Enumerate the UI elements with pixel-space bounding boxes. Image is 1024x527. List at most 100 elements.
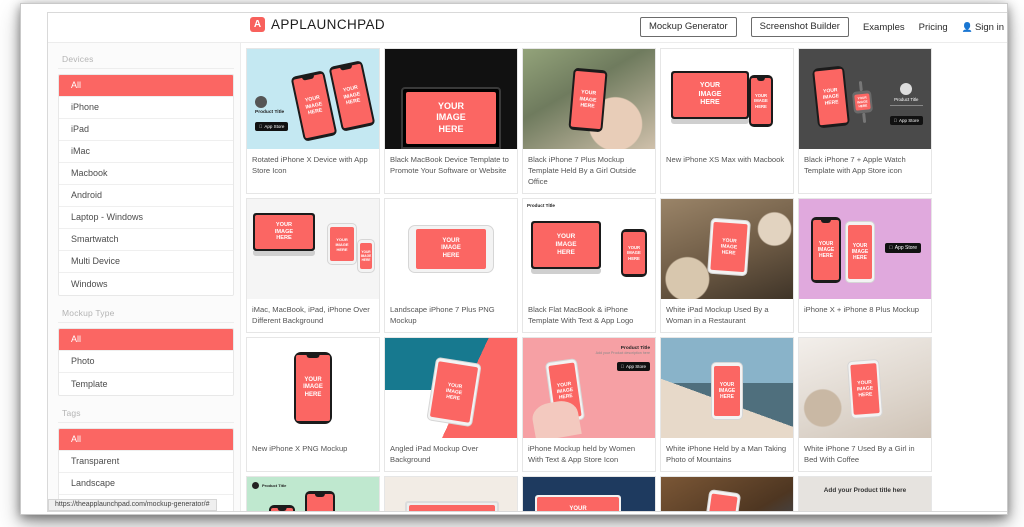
mockup-thumbnail[interactable]: YOURIMAGEHEREYOURIMAGEHEREApp Store bbox=[799, 199, 931, 299]
mockup-card[interactable]: YOUR IMAGE HERE White iPhone Held by a Man … bbox=[660, 337, 794, 472]
filter-item-windows[interactable]: Windows bbox=[59, 273, 233, 295]
image-placeholder: YOURIMAGEHERE bbox=[537, 497, 619, 511]
nav-examples[interactable]: Examples bbox=[863, 19, 905, 36]
mockup-caption: Landscape iPhone 7 Plus PNG Mockup bbox=[390, 305, 495, 325]
filter-item-macbook[interactable]: Macbook bbox=[59, 163, 233, 185]
user-icon: 👤 bbox=[961, 21, 973, 32]
mockup-card[interactable]: YOURIMAGEHEREYOURIMAGEHEREApp StoreiPho… bbox=[798, 198, 932, 333]
mockup-caption: Black MacBook Device Template to Promote… bbox=[390, 155, 509, 175]
app-avatar-icon bbox=[255, 96, 267, 108]
image-placeholder: YOURIMAGEHERE bbox=[751, 78, 771, 124]
filter-item-landscape[interactable]: Landscape bbox=[59, 473, 233, 495]
mockup-card[interactable]: YOUR IMAGE HERE YOUR IMAGE HERE New iPhone XS … bbox=[660, 48, 794, 194]
image-placeholder: YOURIMAGEHERE bbox=[673, 73, 747, 117]
nav-pricing[interactable]: Pricing bbox=[919, 19, 948, 36]
page-body: Devices All iPhone iPad iMac Macbook Android La… bbox=[48, 43, 1007, 511]
mockup-card[interactable]: YOUR IMAGE HERE Angled iPad Mockup Over Bac… bbox=[384, 337, 518, 472]
mockup-card[interactable]: YOUR IMAGE HERE White iPhone 7 Used By a Gi… bbox=[798, 337, 932, 472]
mockup-caption: New iPhone X PNG Mockup bbox=[252, 444, 348, 453]
nav-mockup-generator[interactable]: Mockup Generator bbox=[639, 17, 737, 37]
mockup-card[interactable]: YOUR IMAGE HERE YOUR IMAGE HERE YOUR IMAGE HERE i… bbox=[246, 198, 380, 333]
applaunchpad-logo-icon: A bbox=[250, 17, 265, 32]
mockup-caption: iMac, MacBook, iPad, iPhone Over Differe… bbox=[252, 305, 370, 325]
mockup-thumbnail[interactable]: YOURIMAGEHERE bbox=[385, 477, 517, 511]
product-info: Product TitleApp Store bbox=[255, 96, 289, 133]
image-placeholder: YOURIMAGEHERE bbox=[850, 363, 880, 415]
mockup-gallery: Product TitleApp StoreYOURIMAGEHEREYOUR… bbox=[241, 43, 1007, 511]
nav-screenshot-builder[interactable]: Screenshot Builder bbox=[750, 17, 849, 37]
filter-title-tags: Tags bbox=[58, 405, 234, 423]
filter-item-android[interactable]: Android bbox=[59, 185, 233, 207]
mockup-thumbnail[interactable]: Add your Product title hereYOURIMAGEHERE… bbox=[799, 477, 931, 511]
mockup-card[interactable]: YOURIMAGEHEREFlat MacBook Template with … bbox=[522, 476, 656, 511]
mockup-thumbnail[interactable]: YOURIMAGEHEREYOURIMAGEHEREProduct Title… bbox=[799, 49, 931, 149]
mockup-card[interactable]: YOURIMAGEHERE bbox=[660, 476, 794, 511]
mockup-thumbnail[interactable]: Product TitleYOURIMAGEHEREYOURIMAGEHERE bbox=[523, 199, 655, 299]
image-placeholder: YOURIMAGEHERE bbox=[623, 232, 645, 274]
brand-logo[interactable]: A APPLAUNCHPAD bbox=[250, 17, 385, 32]
filter-group-mockup-type: All Photo Template bbox=[58, 328, 234, 396]
mockup-thumbnail[interactable]: YOURIMAGEHERE bbox=[247, 338, 379, 438]
mockup-thumbnail[interactable]: Product TitleAdd your Product descriptio… bbox=[523, 338, 655, 438]
apple-icon:  bbox=[259, 124, 262, 129]
apple-icon:  bbox=[889, 245, 893, 251]
filter-item-ipad[interactable]: iPad bbox=[59, 119, 233, 141]
mockup-thumbnail[interactable]: Product TitleAdd your Product descriptio… bbox=[385, 49, 517, 149]
filter-item-imac[interactable]: iMac bbox=[59, 141, 233, 163]
image-placeholder: YOURIMAGEHERE bbox=[813, 220, 839, 280]
mockup-caption: iPhone X + iPhone 8 Plus Mockup bbox=[804, 305, 920, 314]
image-placeholder: YOURIMAGEHERE bbox=[570, 70, 606, 130]
apple-icon:  bbox=[894, 118, 897, 123]
image-placeholder: YOURIMAGEHERE bbox=[704, 493, 738, 511]
brand-name: APPLAUNCHPAD bbox=[271, 17, 386, 32]
filter-item-laptop-windows[interactable]: Laptop - Windows bbox=[59, 207, 233, 229]
mockup-thumbnail[interactable]: YOURIMAGEHERE bbox=[385, 338, 517, 438]
mockup-thumbnail[interactable]: YOURIMAGEHERE bbox=[661, 477, 793, 511]
mockup-thumbnail[interactable]: YOURIMAGEHERE bbox=[523, 477, 655, 511]
image-placeholder: YOURIMAGEHERE bbox=[429, 361, 479, 423]
mockup-card[interactable]: YOUR IMAGE HERE Landscape iPhone 7 Plus PNG… bbox=[384, 198, 518, 333]
nav-sign-in[interactable]: 👤 Sign in bbox=[962, 19, 1004, 36]
filter-item-photo[interactable]: Photo bbox=[59, 351, 233, 373]
filter-item-template[interactable]: Template bbox=[59, 373, 233, 395]
filter-item-all[interactable]: All bbox=[59, 329, 233, 351]
mockup-thumbnail[interactable]: YOUR IMAGE HERE YOUR IMAGE HERE bbox=[661, 49, 793, 149]
mockup-thumbnail[interactable]: YOURIMAGEHERE bbox=[661, 338, 793, 438]
mockup-card[interactable]: YOUR IMAGE HERE New iPhone X PNG Mockup bbox=[246, 337, 380, 472]
mockup-caption: iPhone Mockup held by Women With Text & … bbox=[528, 444, 636, 464]
image-placeholder: YOURIMAGEHERE bbox=[854, 93, 871, 111]
filter-item-all[interactable]: All bbox=[59, 429, 233, 451]
filter-title-mockup-type: Mockup Type bbox=[58, 305, 234, 323]
mockup-card[interactable]: YOURIMAGEHEREiMac Mockup Template Placed… bbox=[384, 476, 518, 511]
mockup-thumbnail[interactable]: YOURIMAGEHERE bbox=[385, 199, 517, 299]
mockup-card[interactable]: Product TitleYOURIMAGEHEREYOURIMAGEHERET… bbox=[246, 476, 380, 511]
mockup-caption: Black Flat MacBook & iPhone Template Wit… bbox=[528, 305, 634, 325]
page-viewport: A APPLAUNCHPAD Mockup Generator Screensh… bbox=[47, 12, 1007, 512]
mockup-card[interactable]: Product TitleAdd your Product descriptio… bbox=[384, 48, 518, 194]
image-placeholder: YOURIMAGEHERE bbox=[710, 221, 748, 273]
filter-item-smartwatch[interactable]: Smartwatch bbox=[59, 229, 233, 251]
filter-item-iphone[interactable]: iPhone bbox=[59, 97, 233, 119]
mockup-card[interactable]: YOURIMAGEHEREYOURIMAGEHEREProduct Title… bbox=[798, 48, 932, 194]
mockup-card[interactable]: Product Title YOUR IMAGE HERE YOUR IMAGE HERE B… bbox=[522, 198, 656, 333]
mockup-thumbnail[interactable]: YOURIMAGEHERE bbox=[661, 199, 793, 299]
mockup-card[interactable]: Product TitleAdd your Product descriptio… bbox=[522, 337, 656, 472]
mockup-card[interactable]: Product TitleApp StoreYOURIMAGEHEREYOUR… bbox=[246, 48, 380, 194]
mockup-thumbnail[interactable]: YOUR IMAGE HERE YOUR IMAGE HERE YOUR IMAGE HERE bbox=[247, 199, 379, 299]
mockup-card[interactable]: Add your Product title hereYOURIMAGEHERE… bbox=[798, 476, 932, 511]
mockup-thumbnail[interactable]: YOURIMAGEHERE bbox=[523, 49, 655, 149]
browser-status-url: https://theapplaunchpad.com/mockup-gener… bbox=[48, 499, 217, 511]
site-header: A APPLAUNCHPAD Mockup Generator Screensh… bbox=[48, 13, 1007, 43]
mockup-thumbnail[interactable]: YOURIMAGEHERE bbox=[799, 338, 931, 438]
mockup-card[interactable]: YOUR IMAGE HERE Black iPhone 7 Plus Mockup … bbox=[522, 48, 656, 194]
nav-sign-in-label: Sign in bbox=[974, 21, 1004, 33]
mockup-caption: Angled iPad Mockup Over Background bbox=[390, 444, 479, 464]
mockup-thumbnail[interactable]: Product TitleApp StoreYOURIMAGEHEREYOUR… bbox=[247, 49, 379, 149]
mockup-thumbnail[interactable]: Product TitleYOURIMAGEHEREYOURIMAGEHERE bbox=[247, 477, 379, 511]
filter-item-transparent[interactable]: Transparent bbox=[59, 451, 233, 473]
mockup-card[interactable]: YOUR IMAGE HERE White iPad Mockup Used By a… bbox=[660, 198, 794, 333]
filter-title-devices: Devices bbox=[58, 51, 234, 69]
filter-item-all[interactable]: All bbox=[59, 75, 233, 97]
browser-window-frame: A APPLAUNCHPAD Mockup Generator Screensh… bbox=[20, 3, 1008, 515]
filter-item-multi-device[interactable]: Multi Device bbox=[59, 251, 233, 273]
